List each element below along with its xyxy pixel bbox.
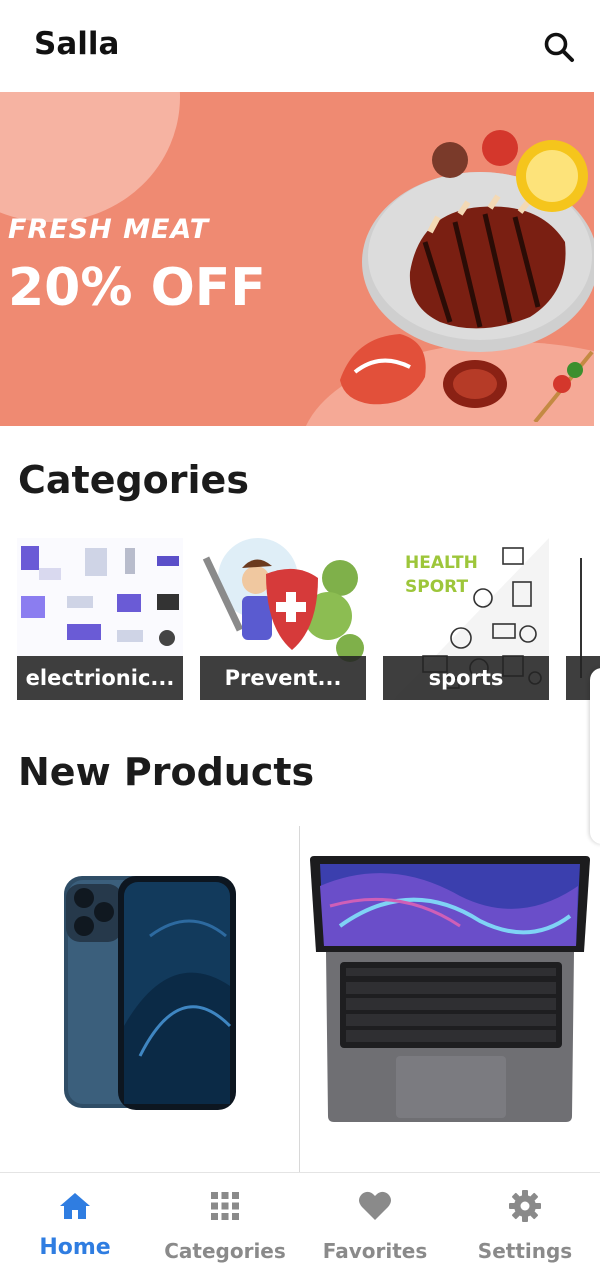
category-label-bar: electrionic... [17, 656, 183, 700]
bottom-navigation: Home Categories Favorites Settings [0, 1172, 600, 1280]
home-icon [58, 1189, 92, 1223]
categories-section-title: Categories [18, 458, 249, 502]
category-card-electronics[interactable]: electrionic... [17, 538, 183, 700]
category-label: Prevent... [224, 666, 342, 690]
promo-banner[interactable]: FRESH MEAT 20% OFF [0, 92, 594, 426]
product-grid [0, 826, 600, 1172]
heart-icon [358, 1189, 392, 1223]
nav-label: Settings [477, 1239, 573, 1263]
category-label-bar: sports [383, 656, 549, 700]
grid-icon [208, 1189, 242, 1223]
gear-icon [508, 1189, 542, 1223]
nav-label: Categories [164, 1239, 286, 1263]
category-card-sports[interactable]: HEALTH SPORT sports [383, 538, 549, 700]
new-products-section-title: New Products [18, 750, 315, 794]
banner-decoration [0, 92, 180, 222]
nav-item-categories[interactable]: Categories [150, 1173, 300, 1280]
app-title: Salla [34, 26, 120, 62]
product-card[interactable] [0, 826, 299, 1172]
category-card-prevention[interactable]: Prevent... [200, 538, 366, 700]
category-label-bar: Prevent... [200, 656, 366, 700]
search-button[interactable] [536, 24, 582, 70]
nav-item-settings[interactable]: Settings [450, 1173, 600, 1280]
category-label: electrionic... [25, 666, 175, 690]
product-divider [299, 826, 300, 1172]
search-icon [544, 32, 574, 62]
nav-item-home[interactable]: Home [0, 1173, 150, 1280]
sports-art-text: HEALTH [405, 553, 478, 573]
scroll-handle[interactable] [590, 668, 600, 844]
category-label: sports [428, 666, 504, 690]
meat-platter-illustration [340, 130, 594, 422]
nav-label: Home [39, 1235, 111, 1260]
app-bar: Salla [0, 0, 600, 92]
banner-kicker: FRESH MEAT [8, 214, 210, 245]
nav-label: Favorites [322, 1239, 428, 1263]
smartphone-image [64, 876, 236, 1110]
laptop-image [310, 856, 590, 1122]
sports-art-text: SPORT [405, 577, 468, 597]
product-card[interactable] [300, 826, 600, 1172]
nav-item-favorites[interactable]: Favorites [300, 1173, 450, 1280]
banner-headline: 20% OFF [8, 258, 266, 318]
